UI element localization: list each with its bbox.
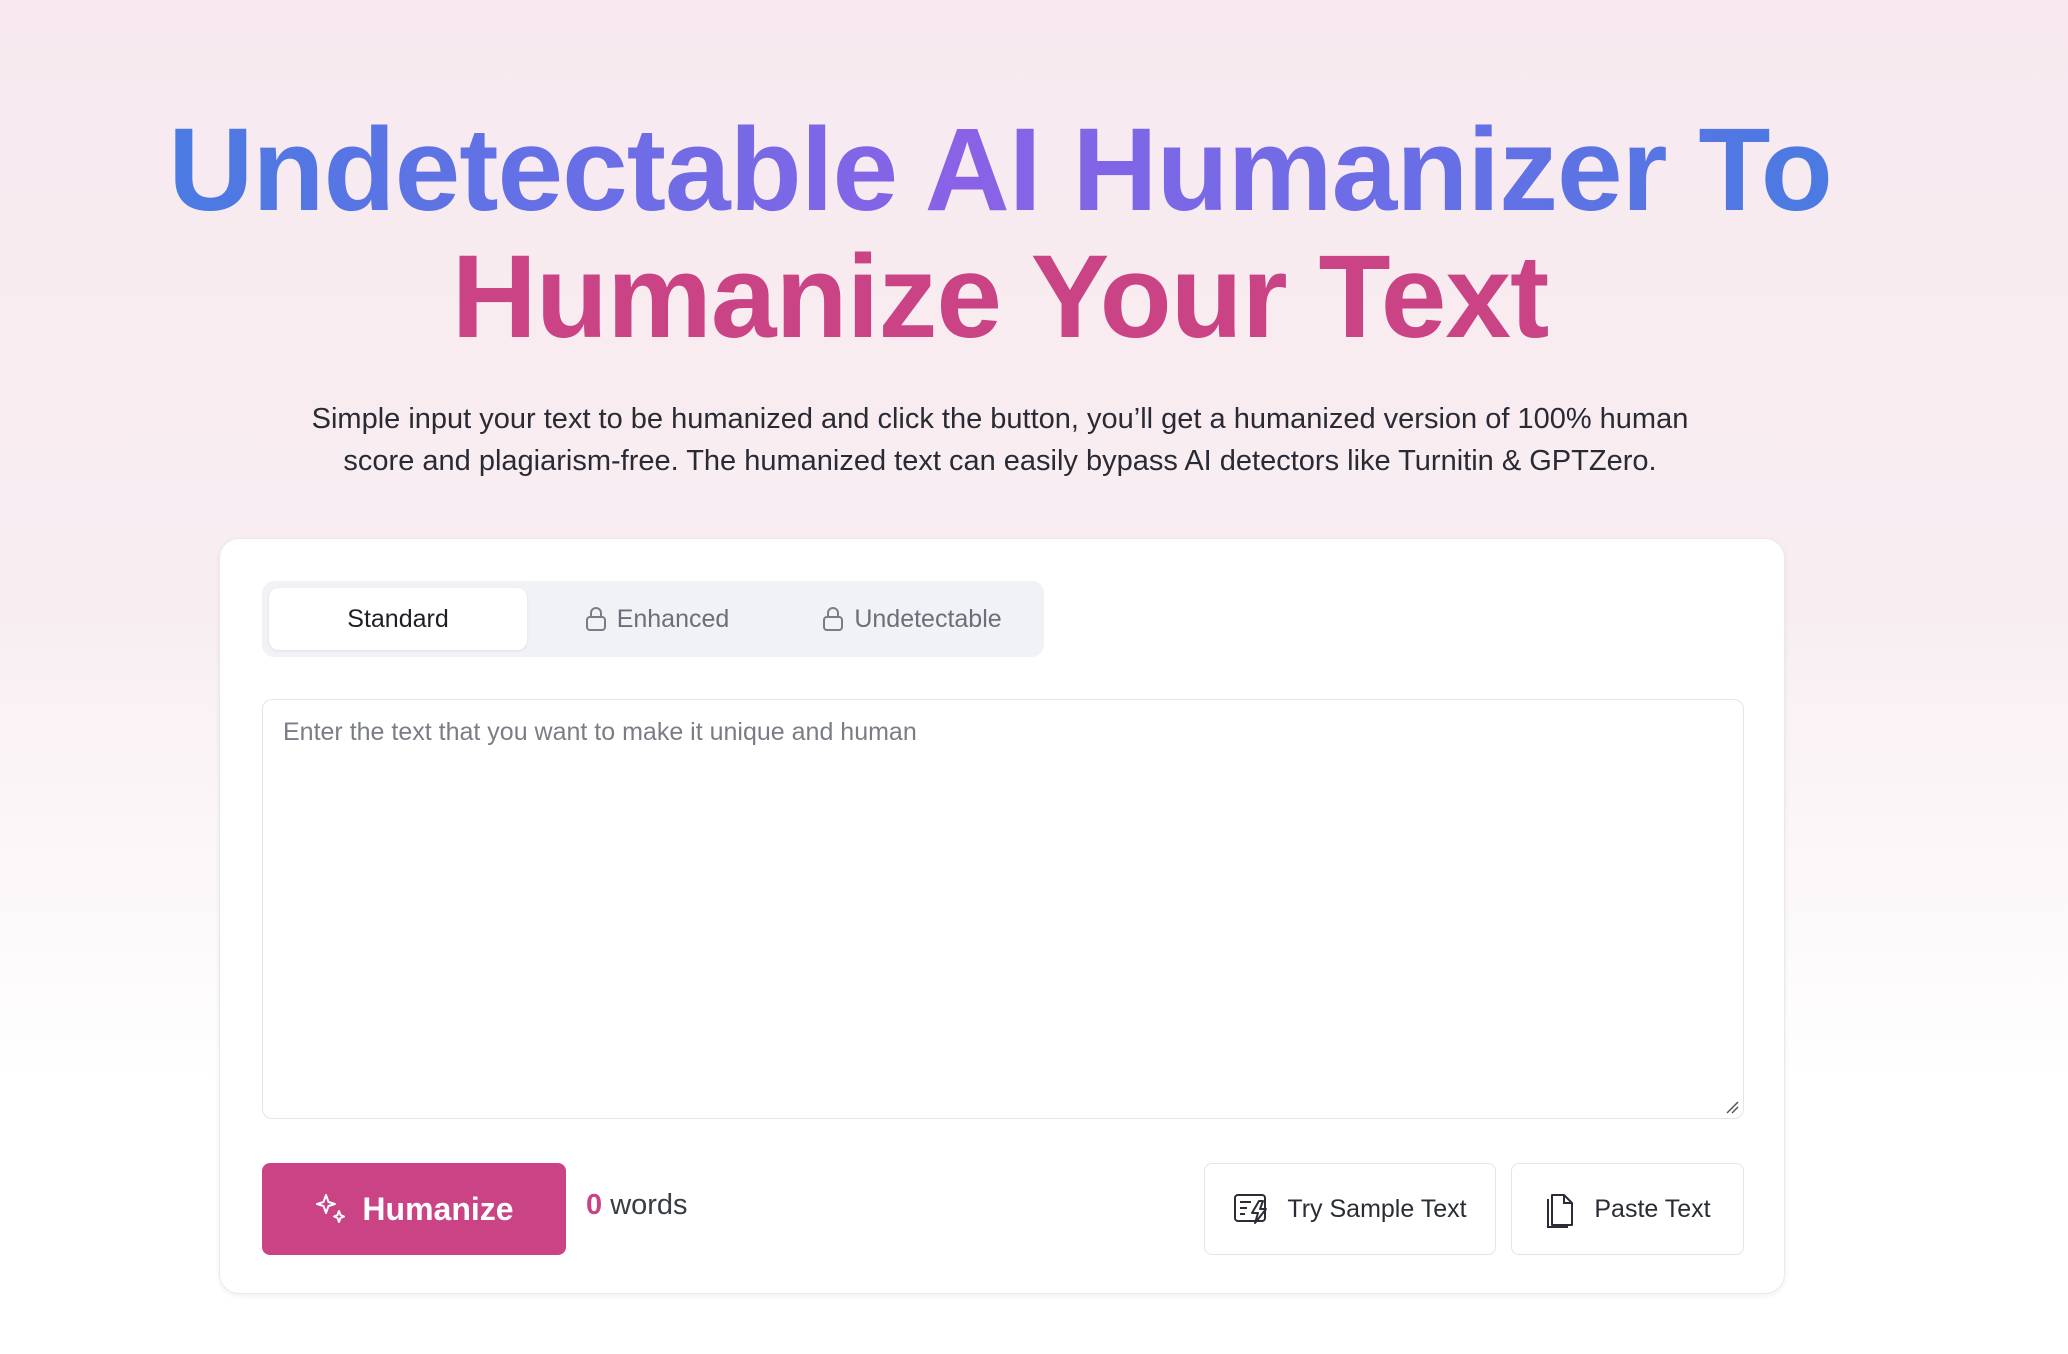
tab-label: Standard [347, 604, 449, 633]
lock-icon [585, 606, 607, 632]
tab-label: Undetectable [854, 604, 1002, 633]
humanizer-card: Standard Enhanced Undetectable Enter the… [219, 538, 1785, 1294]
sparkle-icon [316, 1194, 346, 1223]
paste-text-label: Paste Text [1594, 1194, 1711, 1223]
tab-enhanced[interactable]: Enhanced [552, 588, 762, 650]
tab-label: Enhanced [616, 604, 730, 633]
paste-icon [1547, 1194, 1574, 1228]
subtitle-line-1: Simple input your text to be humanized a… [311, 403, 1689, 435]
subtitle-line-2: score and plagiarism-free. The humanized… [343, 445, 1657, 477]
tab-undetectable[interactable]: Undetectable [787, 588, 1037, 650]
try-sample-text-label: Try Sample Text [1287, 1194, 1467, 1223]
page-subtitle: Simple input your text to be humanized a… [300, 398, 1700, 482]
lock-icon [822, 606, 844, 632]
tab-standard[interactable]: Standard [269, 588, 527, 650]
page-title-line-2: Humanize Your Text [451, 231, 1550, 363]
text-input-placeholder: Enter the text that you want to make it … [283, 718, 917, 746]
try-sample-text-button[interactable]: Try Sample Text [1204, 1163, 1496, 1255]
text-input[interactable]: Enter the text that you want to make it … [262, 699, 1744, 1119]
word-count: 0 words [586, 1189, 688, 1222]
mode-tabs: Standard Enhanced Undetectable [262, 581, 1044, 657]
humanize-button-label: Humanize [362, 1190, 514, 1227]
sample-text-icon [1234, 1194, 1268, 1224]
resize-handle-icon[interactable] [1725, 1100, 1739, 1114]
paste-text-button[interactable]: Paste Text [1511, 1163, 1744, 1255]
humanize-button[interactable]: Humanize [262, 1163, 566, 1255]
word-count-unit: words [602, 1189, 688, 1221]
page-title-line-1: Undetectable AI Humanizer To [0, 105, 2000, 235]
word-count-number: 0 [586, 1189, 603, 1221]
